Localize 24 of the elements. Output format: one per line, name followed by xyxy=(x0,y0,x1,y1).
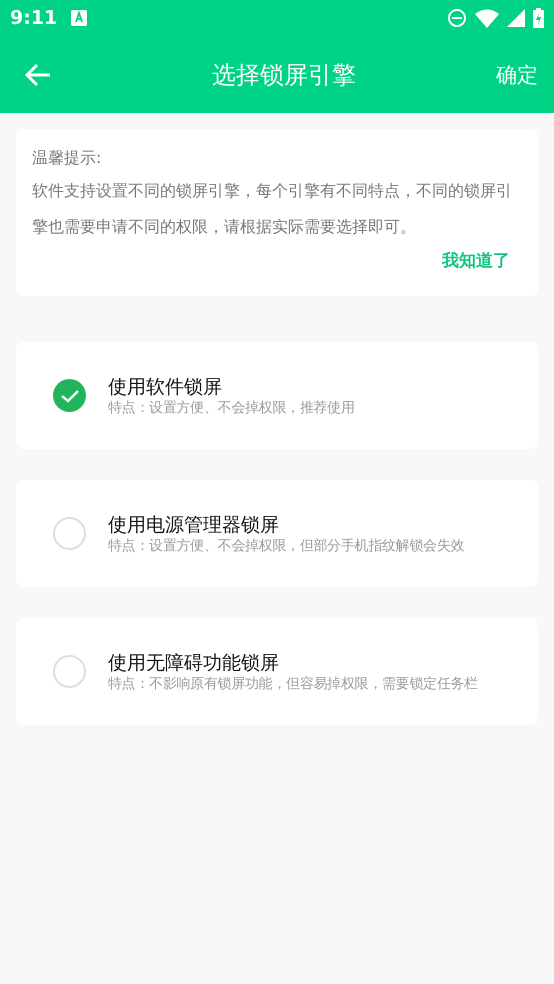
signal-icon xyxy=(507,9,525,27)
battery-icon xyxy=(533,8,544,28)
do-not-disturb-icon xyxy=(447,8,467,28)
engine-option[interactable]: 使用无障碍功能锁屏 特点：不影响原有锁屏功能，但容易掉权限，需要锁定任务栏 xyxy=(16,618,538,725)
radio-button[interactable] xyxy=(53,379,86,412)
back-arrow-icon xyxy=(24,62,52,86)
page-title: 选择锁屏引擎 xyxy=(211,60,357,90)
option-description: 特点：设置方便、不会掉权限，但部分手机指纹解锁会失效 xyxy=(108,536,464,554)
engine-option[interactable]: 使用电源管理器锁屏 特点：设置方便、不会掉权限，但部分手机指纹解锁会失效 xyxy=(16,480,538,587)
radio-button[interactable] xyxy=(53,517,86,550)
check-icon xyxy=(60,388,80,402)
back-button[interactable] xyxy=(24,62,52,86)
option-title: 使用电源管理器锁屏 xyxy=(108,512,280,536)
option-title: 使用软件锁屏 xyxy=(108,374,223,398)
engine-option[interactable]: 使用软件锁屏 特点：设置方便、不会掉权限，推荐使用 xyxy=(16,342,538,449)
option-title: 使用无障碍功能锁屏 xyxy=(108,650,280,674)
option-description: 特点：不影响原有锁屏功能，但容易掉权限，需要锁定任务栏 xyxy=(108,674,478,692)
tip-heading: 温馨提示: xyxy=(32,147,102,169)
tip-text: 软件支持设置不同的锁屏引擎，每个引擎有不同特点，不同的锁屏引擎也需要申请不同的权限，请根据实际需要选择即可。 xyxy=(32,180,513,238)
status-time: 9:11 xyxy=(10,7,58,29)
wifi-icon xyxy=(475,8,499,28)
keyboard-icon xyxy=(71,10,88,26)
option-description: 特点：设置方便、不会掉权限，推荐使用 xyxy=(108,398,355,416)
radio-button[interactable] xyxy=(53,655,86,688)
